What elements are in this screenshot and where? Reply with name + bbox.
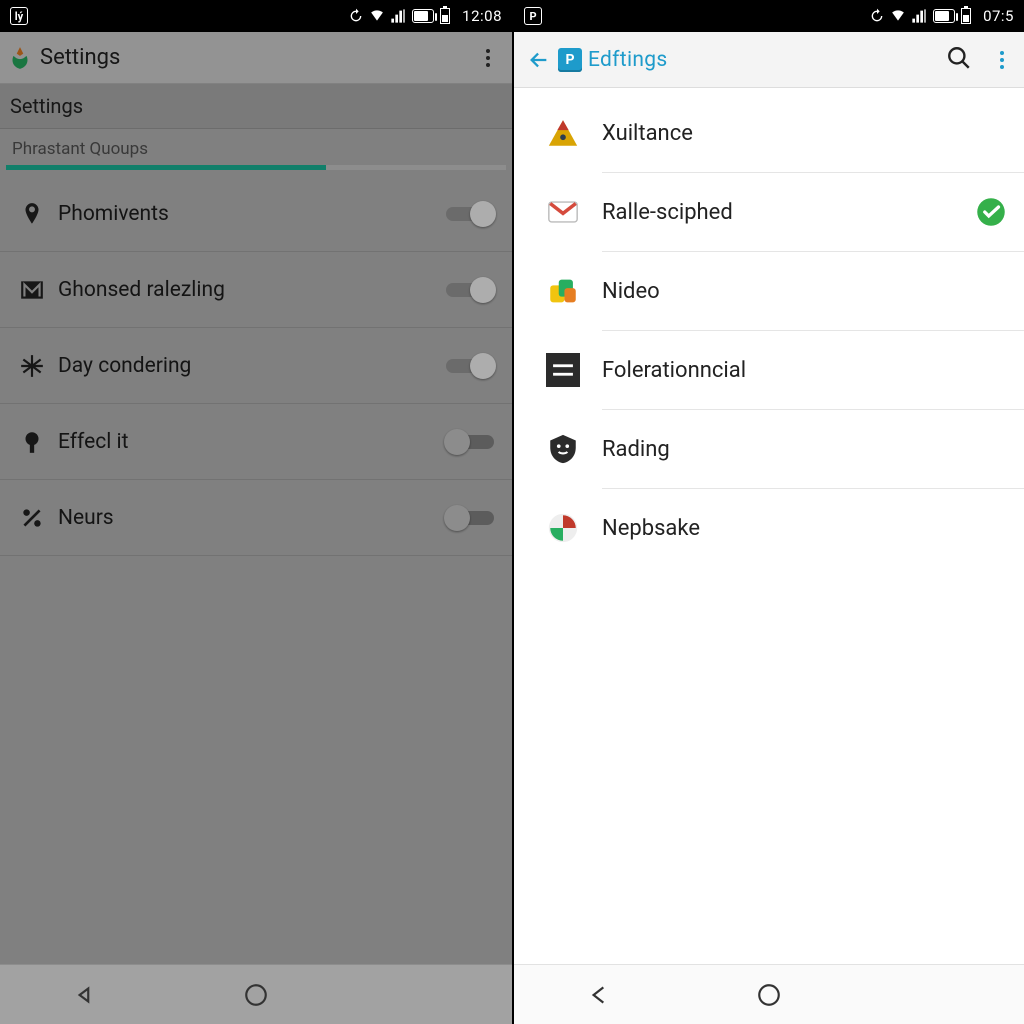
setting-row[interactable]: Effecl it xyxy=(0,404,512,480)
app-row[interactable]: Nepbsake xyxy=(514,489,1024,567)
status-app-badge: lý xyxy=(10,7,28,25)
progress-bar xyxy=(6,165,506,170)
lines-app-icon xyxy=(542,349,584,391)
app-label: Nepbsake xyxy=(584,516,976,541)
app-bar: Settings xyxy=(0,32,512,84)
row-checked xyxy=(976,434,1006,464)
setting-label: Neurs xyxy=(54,506,442,530)
toggle-switch[interactable] xyxy=(442,200,498,228)
snowflake-icon xyxy=(10,353,54,379)
nav-home-button[interactable] xyxy=(238,977,274,1013)
phone-right: P 07:5 P Edftings Xuiltance Ralle-sciphed… xyxy=(512,0,1024,1024)
nav-bar xyxy=(0,964,512,1024)
setting-row[interactable]: Ghonsed ralezling xyxy=(0,252,512,328)
toggle-switch[interactable] xyxy=(442,504,498,532)
app-logo-icon xyxy=(6,44,34,72)
nav-home-button[interactable] xyxy=(751,977,787,1013)
circle-app-icon xyxy=(542,507,584,549)
row-checked xyxy=(976,118,1006,148)
nav-back-button[interactable] xyxy=(581,977,617,1013)
setting-label: Ghonsed ralezling xyxy=(54,278,442,302)
nav-bar xyxy=(514,964,1024,1024)
app-label: Nideo xyxy=(584,279,976,304)
app-bar-title: Edftings xyxy=(588,48,668,72)
app-row[interactable]: Ralle-sciphed xyxy=(514,173,1024,251)
overflow-menu-button[interactable] xyxy=(476,46,500,70)
check-icon xyxy=(976,197,1006,227)
setting-row[interactable]: Day condering xyxy=(0,328,512,404)
pin-icon xyxy=(10,201,54,227)
app-label: Ralle-sciphed xyxy=(584,200,976,225)
app-list: Xuiltance Ralle-sciphed Nideo Folerationnci… xyxy=(514,88,1024,964)
gmail-icon xyxy=(542,191,584,233)
wifi-icon xyxy=(891,9,905,23)
sync-icon xyxy=(348,8,364,24)
signal-icon xyxy=(911,8,927,24)
overflow-menu-button[interactable] xyxy=(990,48,1014,72)
nav-back-button[interactable] xyxy=(67,977,103,1013)
app-label: Rading xyxy=(584,437,976,462)
toggle-switch[interactable] xyxy=(442,276,498,304)
subcategory-label: Phrastant Quoups xyxy=(0,129,512,165)
phone-left: lý 12:08 Settings Settings Phrastant Quo… xyxy=(0,0,512,1024)
setting-row[interactable]: Phomivents xyxy=(0,176,512,252)
status-icons: 07:5 xyxy=(869,7,1014,25)
row-checked xyxy=(976,276,1006,306)
setting-row[interactable]: Neurs xyxy=(0,480,512,556)
app-row[interactable]: Rading xyxy=(514,410,1024,488)
setting-label: Day condering xyxy=(54,354,442,378)
search-button[interactable] xyxy=(946,45,972,75)
toggle-switch[interactable] xyxy=(442,352,498,380)
row-checked xyxy=(976,197,1006,227)
status-clock: 12:08 xyxy=(462,7,502,25)
letter-m-icon xyxy=(10,277,54,303)
brand-badge-icon: P xyxy=(558,48,582,72)
app-row[interactable]: Folerationncial xyxy=(514,331,1024,409)
progress-fill xyxy=(6,165,326,170)
percent-icon xyxy=(10,505,54,531)
status-app-badge: P xyxy=(524,7,542,25)
battery-horizontal-icon xyxy=(933,9,955,23)
row-checked xyxy=(976,355,1006,385)
files-app-icon xyxy=(542,270,584,312)
triangle-app-icon xyxy=(542,112,584,154)
toggle-switch[interactable] xyxy=(442,428,498,456)
wifi-icon xyxy=(370,9,384,23)
row-checked xyxy=(976,513,1006,543)
battery-vertical-icon xyxy=(440,8,450,24)
settings-body: Settings Phrastant Quoups Phomivents Ghon… xyxy=(0,84,512,964)
battery-horizontal-icon xyxy=(412,9,434,23)
setting-label: Phomivents xyxy=(54,202,442,226)
battery-vertical-icon xyxy=(961,8,971,24)
status-bar: lý 12:08 xyxy=(0,0,512,32)
app-row[interactable]: Nideo xyxy=(514,252,1024,330)
setting-label: Effecl it xyxy=(54,430,442,454)
app-row[interactable]: Xuiltance xyxy=(514,94,1024,172)
shield-app-icon xyxy=(542,428,584,470)
section-header: Settings xyxy=(0,84,512,129)
app-bar-title: Settings xyxy=(40,45,120,70)
status-icons: 12:08 xyxy=(348,7,502,25)
signal-icon xyxy=(390,8,406,24)
app-bar: P Edftings xyxy=(514,32,1024,88)
back-button[interactable] xyxy=(524,45,554,75)
app-label: Xuiltance xyxy=(584,121,976,146)
status-clock: 07:5 xyxy=(983,7,1014,25)
status-bar: P 07:5 xyxy=(514,0,1024,32)
tree-icon xyxy=(10,429,54,455)
sync-icon xyxy=(869,8,885,24)
app-label: Folerationncial xyxy=(584,358,976,383)
